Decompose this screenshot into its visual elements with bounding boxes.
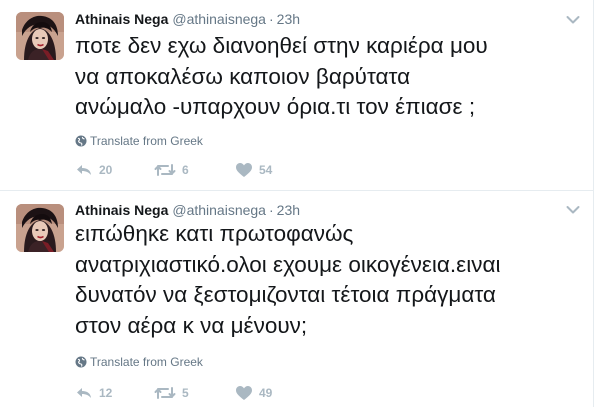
timestamp[interactable]: 23h: [277, 202, 300, 218]
reply-icon: [77, 165, 91, 175]
tweet-timeline: Athinais Nega @athinaisnega · 23h ποτε δεν …: [0, 0, 594, 407]
chevron-down-icon[interactable]: [566, 202, 580, 214]
timestamp[interactable]: 23h: [277, 11, 300, 27]
tweet-header: Athinais Nega @athinaisnega · 23h: [75, 201, 300, 219]
tweet-header: Athinais Nega @athinaisnega · 23h: [75, 10, 300, 28]
tweet-actions: 12 5 49: [75, 383, 375, 403]
tweet-text: ειπώθηκε κατι πρωτοφανώς ανατριχιαστικό.…: [75, 221, 501, 338]
author-name[interactable]: Athinais Nega: [75, 11, 168, 27]
tweet-text: ποτε δεν εχω διανοηθεί στην καριέρα μου …: [75, 33, 488, 119]
retweet-count: 5: [182, 386, 189, 400]
heart-icon: [236, 386, 252, 400]
separator-dot: ·: [268, 11, 274, 27]
globe-icon: [75, 135, 87, 147]
translate-link[interactable]: Translate from Greek: [75, 133, 203, 149]
like-count: 54: [259, 163, 273, 177]
reply-count: 12: [99, 386, 113, 400]
separator-dot: ·: [268, 202, 274, 218]
retweet-button[interactable]: 5: [154, 383, 189, 403]
tweet-actions: 20 6 54: [75, 160, 375, 180]
translate-link[interactable]: Translate from Greek: [75, 354, 203, 370]
like-button[interactable]: 49: [235, 383, 272, 403]
like-button[interactable]: 54: [235, 160, 272, 180]
retweet-icon: [154, 387, 176, 399]
chevron-down-icon[interactable]: [566, 12, 580, 24]
translate-label: Translate from Greek: [90, 134, 203, 148]
author-name[interactable]: Athinais Nega: [75, 202, 168, 218]
reply-icon: [77, 388, 91, 398]
reply-button[interactable]: 20: [75, 160, 112, 180]
retweet-count: 6: [182, 163, 189, 177]
tweet[interactable]: Athinais Nega @athinaisnega · 23h ποτε δεν …: [0, 0, 594, 191]
author-handle[interactable]: @athinaisnega: [172, 202, 266, 218]
tweet[interactable]: Athinais Nega @athinaisnega · 23h ειπώθηκε …: [0, 192, 594, 407]
retweet-icon: [154, 164, 176, 176]
avatar[interactable]: [16, 12, 64, 60]
reply-button[interactable]: 12: [75, 383, 112, 403]
author-handle[interactable]: @athinaisnega: [172, 11, 266, 27]
like-count: 49: [259, 386, 273, 400]
profile-photo: [16, 12, 64, 60]
translate-label: Translate from Greek: [90, 355, 203, 369]
globe-icon: [75, 356, 87, 368]
retweet-button[interactable]: 6: [154, 160, 189, 180]
avatar[interactable]: [16, 204, 64, 252]
heart-icon: [236, 163, 252, 177]
reply-count: 20: [99, 163, 113, 177]
profile-photo: [16, 204, 64, 252]
